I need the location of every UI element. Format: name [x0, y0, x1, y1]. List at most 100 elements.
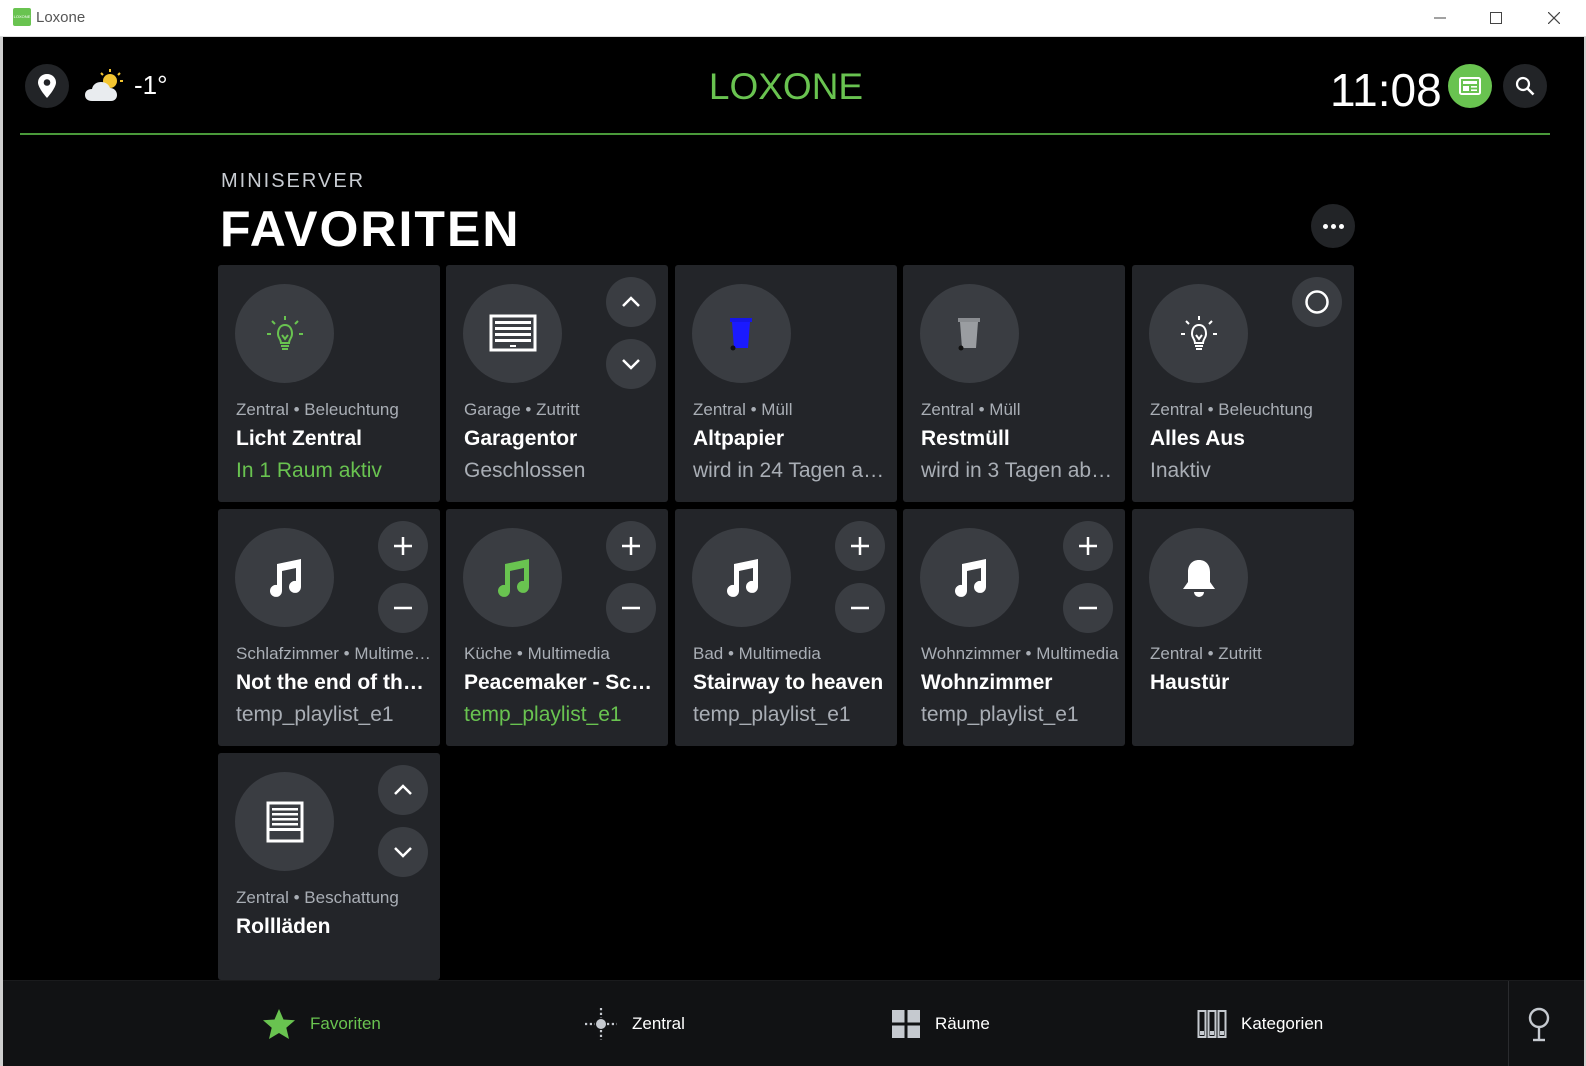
card-kueche-music[interactable]: Küche • Multimedia Peacemaker - Scorpion…: [446, 509, 668, 746]
garage-down-button[interactable]: [606, 339, 656, 389]
nav-label: Räume: [935, 1014, 990, 1033]
more-dots-icon: [1322, 223, 1328, 229]
card-wohnzimmer-music[interactable]: Wohnzimmer • Multimedia Wohnzimmer temp_…: [903, 509, 1125, 746]
nav-label: Zentral: [632, 1014, 685, 1033]
rooms-grid-icon: [892, 1010, 920, 1038]
card-bad-music[interactable]: Bad • Multimedia Stairway to heaven temp…: [675, 509, 897, 746]
card-subtitle: Küche • Multimedia: [464, 644, 610, 663]
card-subtitle: Wohnzimmer • Multimedia: [921, 644, 1119, 663]
card-subtitle: Schlafzimmer • Multimedia: [236, 644, 436, 663]
alles-aus-toggle-button[interactable]: [1292, 277, 1342, 327]
card-restmuell[interactable]: Zentral • Müll Restmüll wird in 3 Tagen …: [903, 265, 1125, 502]
card-status: temp_playlist_e1: [464, 703, 622, 726]
nav-tab-favoriten[interactable]: Favoriten: [262, 981, 381, 1066]
card-status: wird in 3 Tagen abgeholt: [921, 459, 1119, 482]
card-name: Rollläden: [236, 915, 331, 938]
plus-icon: [394, 537, 412, 555]
music-note-icon[interactable]: [920, 528, 1019, 627]
music-note-icon[interactable]: [235, 528, 334, 627]
volume-up-button[interactable]: [378, 521, 428, 571]
nav-tab-zentral[interactable]: Zentral: [584, 981, 685, 1066]
volume-down-button[interactable]: [1063, 583, 1113, 633]
search-button[interactable]: [1503, 64, 1547, 108]
card-name: Haustür: [1150, 671, 1230, 694]
card-name: Licht Zentral: [236, 427, 363, 450]
header-divider: [20, 133, 1550, 135]
presence-button[interactable]: [1525, 981, 1553, 1066]
location-button[interactable]: [25, 64, 69, 108]
blinds-down-button[interactable]: [378, 827, 428, 877]
card-subtitle: Garage • Zutritt: [464, 400, 580, 419]
clock: 11:08: [1330, 64, 1442, 116]
maximize-button[interactable]: [1468, 0, 1524, 36]
card-alles-aus[interactable]: Zentral • Beleuchtung Alles Aus Inaktiv: [1132, 265, 1354, 502]
card-status: temp_playlist_e1: [693, 703, 851, 726]
nav-tab-raeume[interactable]: Räume: [891, 981, 990, 1066]
news-button[interactable]: [1448, 64, 1492, 108]
card-subtitle: Bad • Multimedia: [693, 644, 821, 663]
volume-down-button[interactable]: [378, 583, 428, 633]
volume-up-button[interactable]: [835, 521, 885, 571]
newspaper-icon: [1459, 77, 1481, 95]
card-subtitle: Zentral • Müll: [693, 400, 793, 419]
weather-partly-cloudy-icon: [85, 69, 123, 101]
volume-down-button[interactable]: [606, 583, 656, 633]
card-subtitle: Zentral • Zutritt: [1150, 644, 1262, 663]
bin-grey-icon[interactable]: [920, 284, 1019, 383]
app-logo-icon: LOXONE: [13, 8, 31, 26]
volume-up-button[interactable]: [1063, 521, 1113, 571]
chevron-down-icon: [622, 359, 640, 370]
volume-down-button[interactable]: [835, 583, 885, 633]
card-name: Garagentor: [464, 427, 578, 450]
card-name: Peacemaker - Scorpions: [464, 671, 662, 694]
bulb-on-icon[interactable]: [235, 284, 334, 383]
card-name: Stairway to heaven: [693, 671, 884, 694]
card-schlafzimmer-music[interactable]: Schlafzimmer • Multimedia Not the end of…: [218, 509, 440, 746]
plus-icon: [1079, 537, 1097, 555]
garage-door-icon[interactable]: [463, 284, 562, 383]
music-note-green-icon[interactable]: [463, 528, 562, 627]
blinds-icon[interactable]: [235, 772, 334, 871]
card-altpapier[interactable]: Zentral • Müll Altpapier wird in 24 Tage…: [675, 265, 897, 502]
card-status: temp_playlist_e1: [236, 703, 394, 726]
search-icon: [1515, 76, 1535, 96]
card-status: temp_playlist_e1: [921, 703, 1079, 726]
bulb-off-icon[interactable]: [1149, 284, 1248, 383]
card-status: Inaktiv: [1150, 459, 1211, 482]
card-name: Alles Aus: [1150, 427, 1245, 450]
volume-up-button[interactable]: [606, 521, 656, 571]
more-options-button[interactable]: [1311, 204, 1355, 248]
nav-divider: [1508, 981, 1509, 1066]
temperature-readout[interactable]: -1°: [134, 70, 168, 101]
card-status: In 1 Raum aktiv: [236, 459, 382, 482]
minus-icon: [394, 606, 412, 610]
nav-label: Kategorien: [1241, 1014, 1324, 1033]
card-rolllaeden[interactable]: Zentral • Beschattung Rollläden: [218, 753, 440, 980]
page-title: FAVORITEN: [220, 201, 521, 257]
bell-icon[interactable]: [1149, 528, 1248, 627]
nav-label: Favoriten: [310, 1014, 381, 1033]
music-note-icon[interactable]: [692, 528, 791, 627]
card-subtitle: Zentral • Beschattung: [236, 888, 399, 907]
plus-icon: [851, 537, 869, 555]
minimize-button[interactable]: [1412, 0, 1468, 36]
blinds-up-button[interactable]: [378, 765, 428, 815]
minus-icon: [1079, 606, 1097, 610]
circle-outline-icon: [1305, 290, 1329, 314]
card-haustuer[interactable]: Zentral • Zutritt Haustür: [1132, 509, 1354, 746]
garage-up-button[interactable]: [606, 277, 656, 327]
minus-icon: [622, 606, 640, 610]
minus-icon: [851, 606, 869, 610]
presence-pin-icon: [1528, 1007, 1550, 1042]
card-garagentor[interactable]: Garage • Zutritt Garagentor Geschlossen: [446, 265, 668, 502]
window-border-left: [0, 37, 3, 1066]
card-licht-zentral[interactable]: Zentral • Beleuchtung Licht Zentral In 1…: [218, 265, 440, 502]
categories-icon: [1197, 1010, 1227, 1038]
nav-tab-kategorien[interactable]: Kategorien: [1197, 981, 1323, 1066]
breadcrumb: MINISERVER: [221, 170, 366, 192]
chevron-down-icon: [394, 847, 412, 858]
bin-blue-icon[interactable]: [692, 284, 791, 383]
window-titlebar: LOXONE Loxone: [0, 0, 1586, 37]
close-button[interactable]: [1526, 0, 1582, 36]
location-pin-icon: [38, 74, 56, 98]
